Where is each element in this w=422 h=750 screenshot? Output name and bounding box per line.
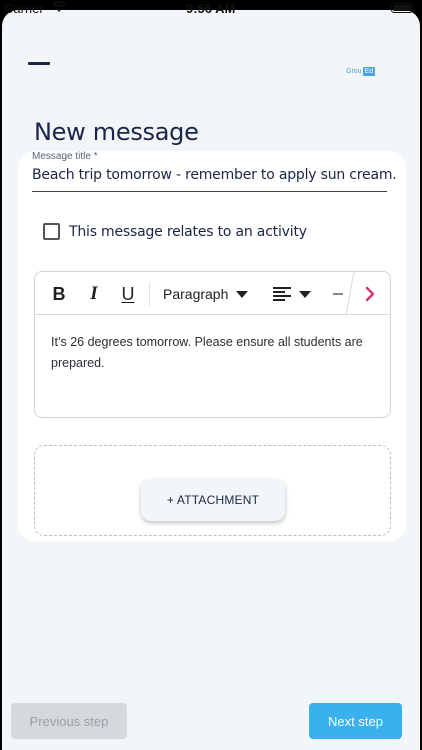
message-title-label: Message title * (32, 151, 98, 162)
activity-checkbox-label[interactable]: This message relates to an activity (69, 224, 307, 240)
add-attachment-button[interactable]: + ATTACHMENT (141, 479, 285, 521)
block-format-dropdown[interactable]: Paragraph (163, 283, 249, 305)
wifi-icon (52, 1, 66, 12)
rich-text-editor: B I U Paragraph It’s 26 degrees tomorrow… (34, 271, 391, 418)
battery-icon (391, 3, 413, 13)
status-bar: Carrier 9:56 AM (0, 0, 422, 20)
clock: 9:56 AM (186, 1, 236, 16)
activity-checkbox-row[interactable]: This message relates to an activity (43, 223, 307, 240)
block-format-label: Paragraph (163, 286, 229, 302)
editor-content[interactable]: It’s 26 degrees tomorrow. Please ensure … (51, 332, 376, 374)
message-form-card: Message title * Beach trip tomorrow - re… (18, 151, 406, 541)
logo-box: Ed (362, 66, 376, 76)
attachment-dropzone[interactable]: + ATTACHMENT (34, 445, 391, 536)
page-title: New message (34, 118, 199, 146)
more-handle-icon (333, 283, 343, 305)
brand-logo: Grou Ed (346, 65, 376, 77)
editor-toolbar: B I U Paragraph (35, 272, 390, 315)
app-screen: Grou Ed New message Message title * Beac… (2, 10, 420, 750)
logo-text: Grou (346, 67, 362, 75)
activity-checkbox[interactable] (43, 223, 60, 240)
chevron-right-icon[interactable] (360, 283, 380, 305)
previous-step-button[interactable]: Previous step (11, 703, 127, 739)
caret-down-icon (236, 290, 249, 298)
carrier-label: Carrier (4, 1, 44, 16)
italic-button[interactable]: I (86, 283, 102, 305)
message-title-input[interactable]: Beach trip tomorrow - remember to apply … (32, 167, 397, 192)
device-frame: Carrier 9:56 AM Grou Ed New message Mess… (0, 0, 422, 750)
align-left-icon (273, 287, 291, 301)
bold-button[interactable]: B (51, 283, 67, 305)
next-step-button[interactable]: Next step (309, 703, 402, 739)
menu-icon[interactable] (28, 62, 50, 65)
align-dropdown[interactable] (273, 283, 311, 305)
toolbar-divider (149, 282, 150, 306)
underline-button[interactable]: U (120, 283, 136, 305)
toolbar-overflow-divider (345, 272, 355, 315)
caret-down-icon (299, 290, 311, 298)
